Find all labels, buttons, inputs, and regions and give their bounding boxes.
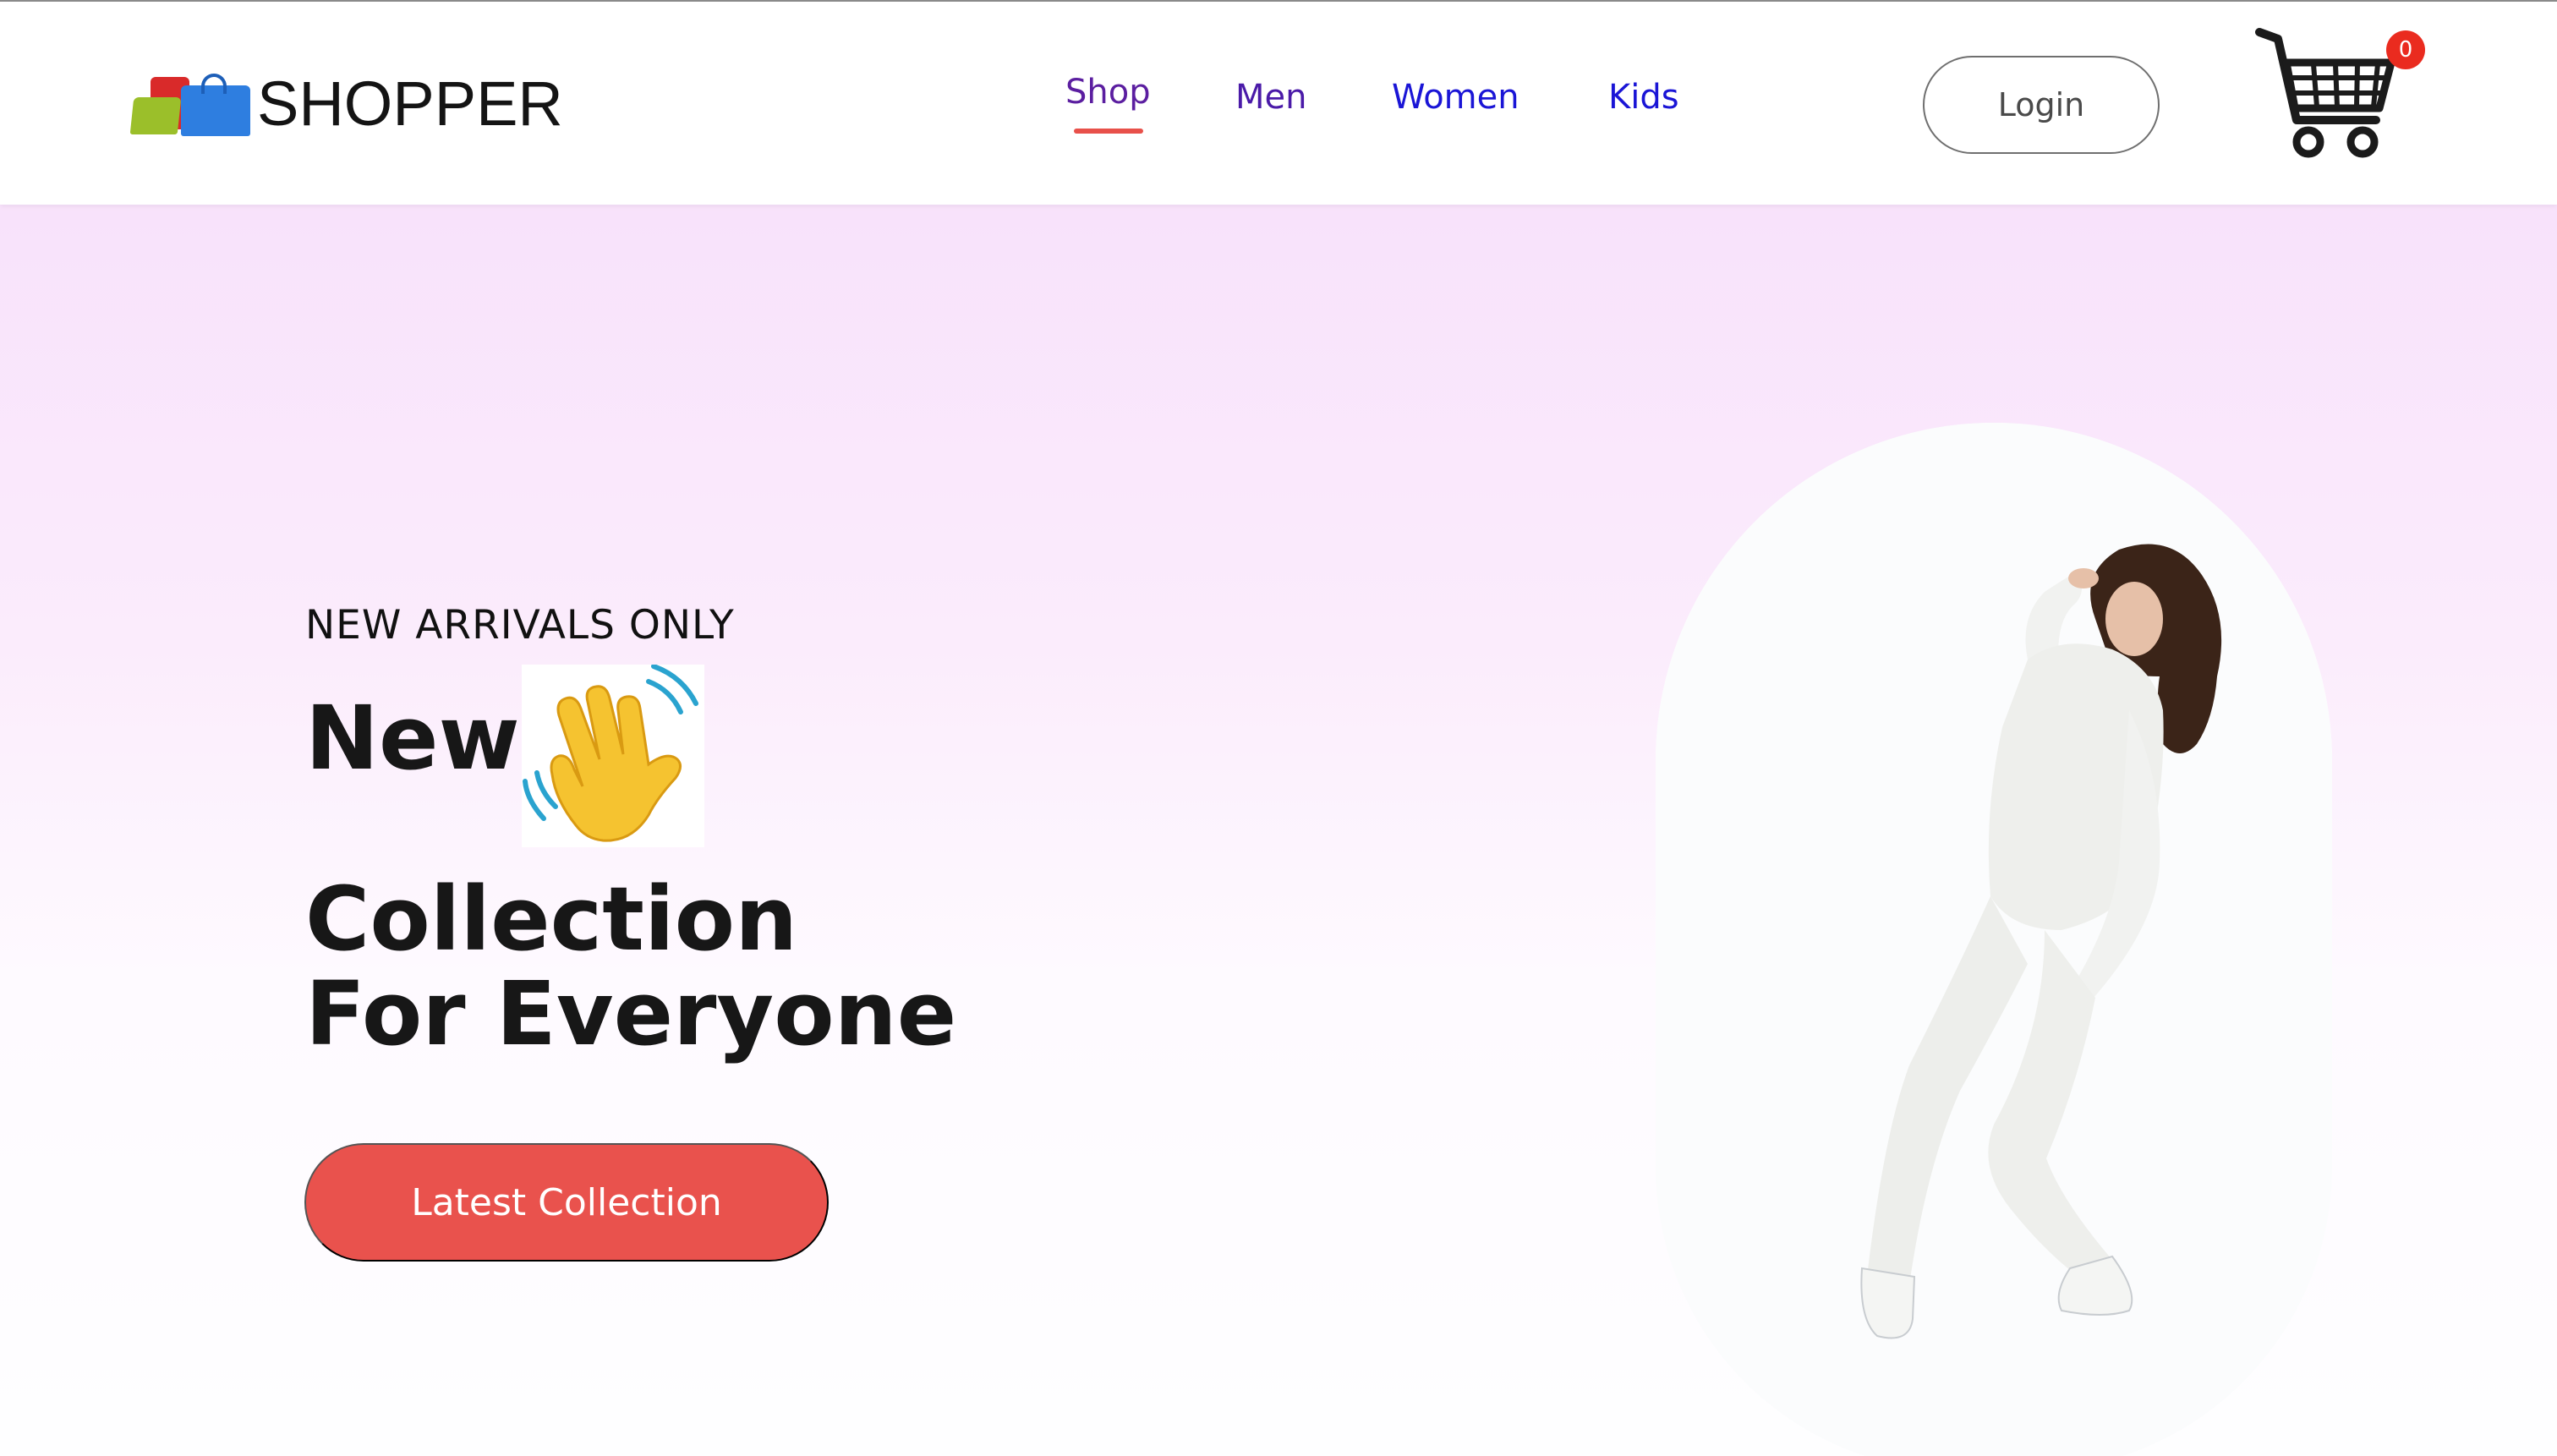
hero-section: NEW ARRIVALS ONLY New Collection For Eve…: [0, 205, 2557, 1456]
cart-count-badge: 0: [2386, 30, 2425, 69]
login-button[interactable]: Login: [1923, 56, 2160, 154]
latest-collection-button[interactable]: Latest Collection: [304, 1143, 829, 1262]
hero-tagline: NEW ARRIVALS ONLY: [305, 602, 735, 649]
brand-logo[interactable]: SHOPPER: [129, 68, 563, 140]
active-nav-underline: [1074, 129, 1143, 134]
cart-button[interactable]: 0: [2253, 20, 2425, 164]
shopping-bags-logo-icon: [129, 70, 252, 138]
nav-item-men[interactable]: Men: [1235, 78, 1306, 117]
model-figure: [1656, 423, 2332, 1456]
nav-item-shop[interactable]: Shop: [1065, 73, 1151, 134]
cart-icon: [2255, 28, 2395, 158]
navbar: SHOPPER Shop Men Women Kids Login 0: [0, 0, 2557, 205]
hero-heading-word: New: [305, 687, 520, 790]
nav-item-label: Men: [1235, 78, 1307, 117]
nav-item-label: Women: [1392, 78, 1519, 117]
waving-hand-icon: [522, 664, 704, 847]
nav-item-kids[interactable]: Kids: [1608, 78, 1679, 117]
hero-heading-line1: New: [305, 664, 704, 847]
nav-item-label: Shop: [1065, 73, 1151, 112]
hero-heading-line2: Collection: [305, 868, 798, 971]
hero-heading-line3: For Everyone: [305, 962, 957, 1065]
nav-item-label: Kids: [1608, 78, 1679, 117]
hero-model-image: [1656, 423, 2332, 1456]
brand-name: SHOPPER: [257, 68, 563, 139]
nav-item-women[interactable]: Women: [1392, 78, 1519, 117]
